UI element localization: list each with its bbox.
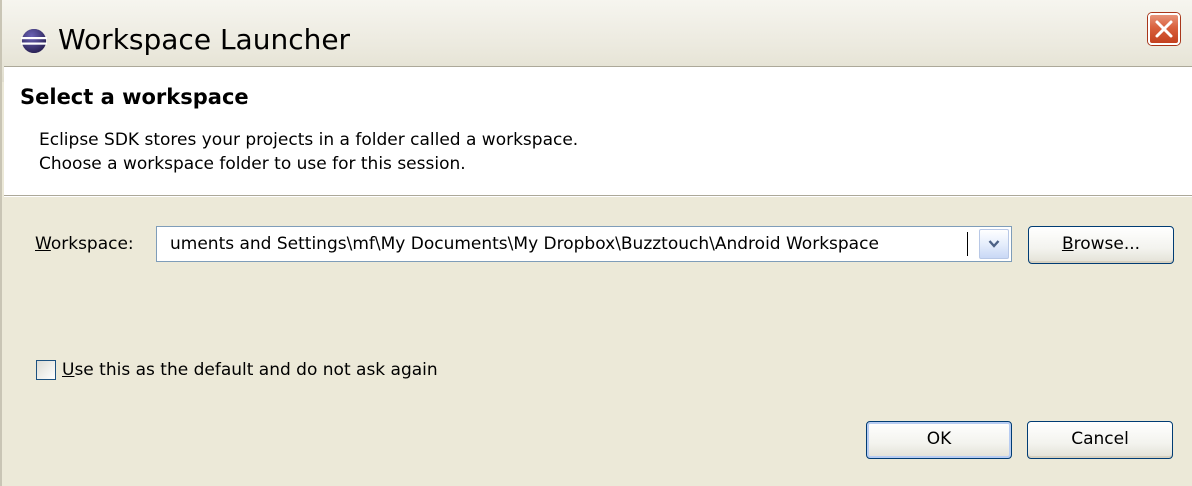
browse-button-label-rest: rowse... [1073, 234, 1141, 254]
workspace-path-input[interactable]: uments and Settings\mf\My Documents\My D… [170, 233, 879, 255]
default-workspace-checkbox[interactable] [36, 360, 56, 380]
cancel-button[interactable]: Cancel [1027, 421, 1173, 459]
eclipse-icon [21, 29, 47, 53]
header-description-line1: Eclipse SDK stores your projects in a fo… [39, 130, 579, 150]
close-icon [1155, 20, 1173, 38]
workspace-launcher-dialog: Workspace Launcher Select a workspace Ec… [0, 0, 1192, 486]
browse-button-mnemonic: B [1061, 234, 1074, 254]
header-divider [4, 196, 1192, 197]
window-title: Workspace Launcher [58, 23, 351, 56]
workspace-dropdown-button[interactable] [979, 229, 1009, 259]
ok-button[interactable]: OK [866, 421, 1012, 459]
dialog-header: Select a workspace Eclipse SDK stores yo… [4, 66, 1192, 196]
workspace-label-mnemonic: W [35, 234, 51, 254]
default-checkbox-label-rest: se this as the default and do not ask ag… [74, 360, 438, 380]
workspace-label: Workspace: [35, 233, 134, 255]
browse-button[interactable]: Browse... [1028, 226, 1174, 264]
header-description-line2: Choose a workspace folder to use for thi… [39, 154, 466, 174]
close-button[interactable] [1148, 13, 1180, 45]
chevron-down-icon [988, 240, 1000, 248]
header-title: Select a workspace [20, 85, 249, 109]
text-caret [967, 232, 968, 256]
default-workspace-checkbox-label[interactable]: Use this as the default and do not ask a… [62, 359, 438, 381]
default-checkbox-mnemonic: U [62, 360, 75, 380]
workspace-label-rest: orkspace: [50, 234, 134, 254]
workspace-combobox[interactable]: uments and Settings\mf\My Documents\My D… [156, 226, 1012, 262]
